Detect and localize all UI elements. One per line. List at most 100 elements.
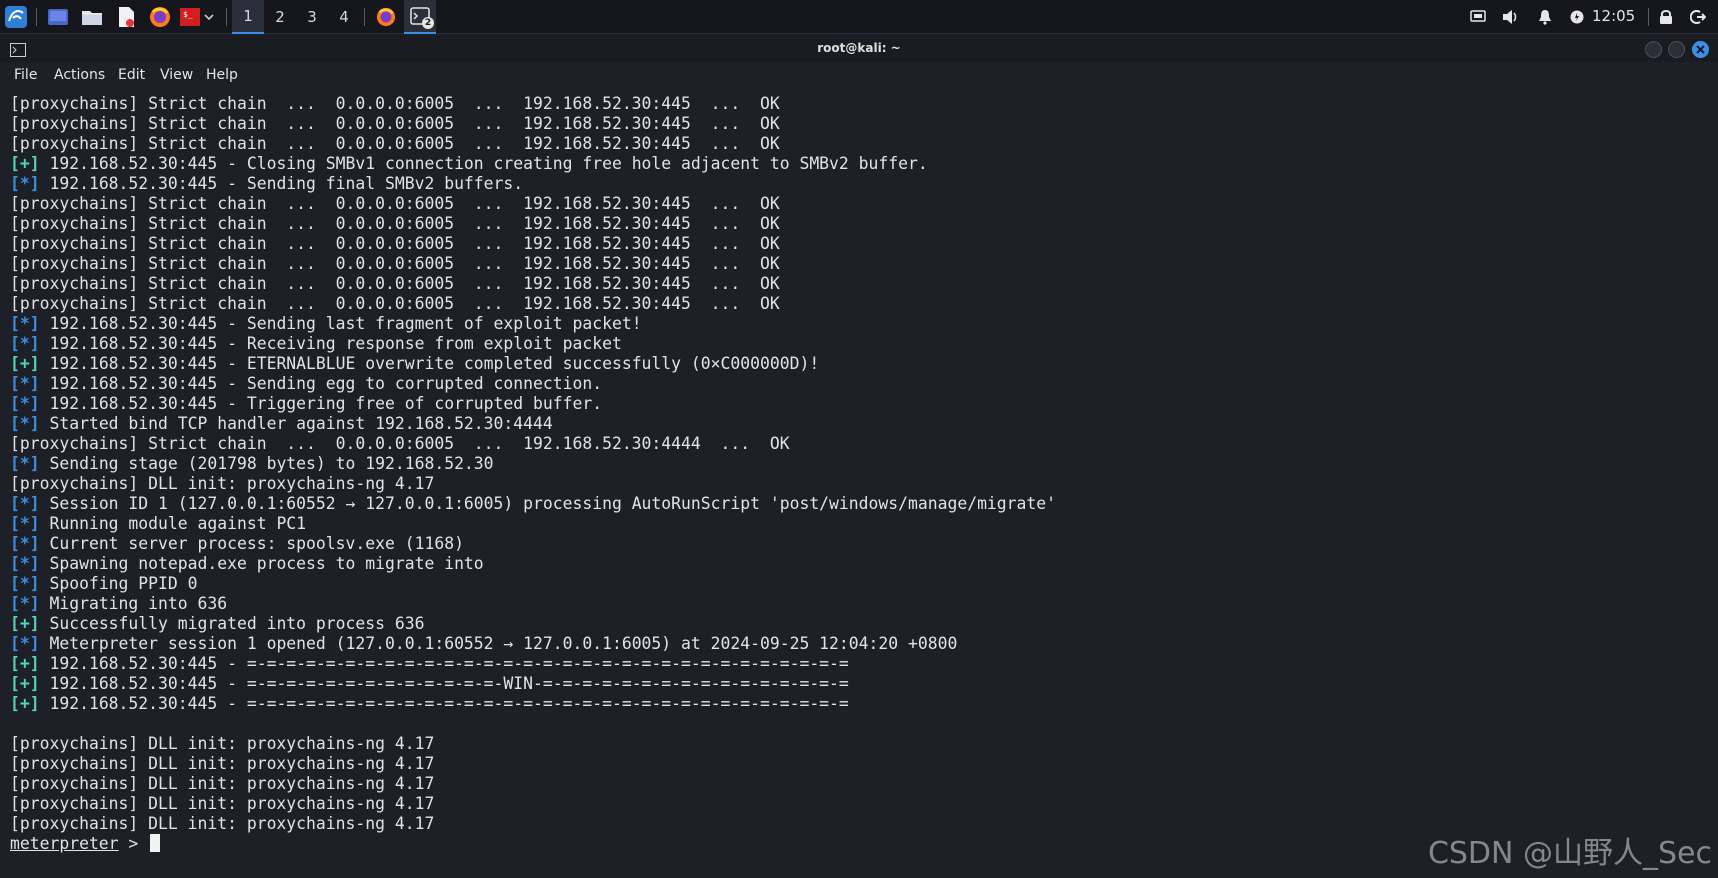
terminal-line: [proxychains] DLL init: proxychains-ng 4… [10,474,1700,494]
taskbar-separator [36,8,37,26]
terminal-line-text: 192.168.52.30:445 - =-=-=-=-=-=-=-=-=-=-… [39,654,849,673]
terminal-line: [+] 192.168.52.30:445 - Closing SMBv1 co… [10,154,1700,174]
terminal-line-text: Running module against PC1 [39,514,307,533]
watermark: CSDN @山野人_Sec [1427,836,1712,871]
text-cursor [150,834,161,852]
clock[interactable]: 12:05 [1592,7,1635,25]
workspace-2[interactable]: 2 [264,0,296,34]
firefox-window-button[interactable] [374,5,398,29]
terminal-line-text: [proxychains] Strict chain ... 0.0.0.0:6… [10,234,780,253]
workspace-4[interactable]: 4 [328,0,360,34]
firefox-icon[interactable] [148,5,172,29]
info-prefix: [*] [10,594,40,613]
terminal-line: [proxychains] Strict chain ... 0.0.0.0:6… [10,254,1700,274]
terminal-red-icon[interactable]: $_ [178,5,202,29]
terminal-line-text: [proxychains] DLL init: proxychains-ng 4… [10,774,435,793]
terminal-line-text: [proxychains] Strict chain ... 0.0.0.0:6… [10,214,780,233]
success-prefix: [+] [10,154,40,173]
menu-file[interactable]: File [14,67,37,83]
terminal-line: [*] Spawning notepad.exe process to migr… [10,554,1700,574]
volume-icon[interactable] [1500,7,1522,27]
terminal-line-text: [proxychains] Strict chain ... 0.0.0.0:6… [10,134,780,153]
terminal-line: [*] Current server process: spoolsv.exe … [10,534,1700,554]
terminal-line-text: [proxychains] Strict chain ... 0.0.0.0:6… [10,434,790,453]
bell-icon[interactable] [1535,7,1555,27]
terminal-line: [+] 192.168.52.30:445 - =-=-=-=-=-=-=-=-… [10,674,1700,694]
text-editor-icon[interactable] [114,5,138,29]
terminal-line: [*] 192.168.52.30:445 - Triggering free … [10,394,1700,414]
terminal-line-text: 192.168.52.30:445 - =-=-=-=-=-=-=-=-=-=-… [39,674,849,693]
terminal-line-text: Current server process: spoolsv.exe (116… [39,534,464,553]
terminal-line: [*] Migrating into 636 [10,594,1700,614]
terminal-line-text: [proxychains] Strict chain ... 0.0.0.0:6… [10,114,780,133]
terminal-line: [proxychains] Strict chain ... 0.0.0.0:6… [10,194,1700,214]
terminal-line: [proxychains] DLL init: proxychains-ng 4… [10,754,1700,774]
success-prefix: [+] [10,614,40,633]
terminal-line: [*] 192.168.52.30:445 - Receiving respon… [10,334,1700,354]
info-prefix: [*] [10,314,40,333]
window-titlebar[interactable]: root@kali: ~ [0,36,1718,62]
taskbar-separator [364,8,365,26]
terminal-line-text: Spoofing PPID 0 [39,574,198,593]
prompt-label: meterpreter [10,834,119,853]
terminal-line-text: [proxychains] Strict chain ... 0.0.0.0:6… [10,94,780,113]
minimize-button[interactable] [1645,41,1662,58]
terminal-line: [proxychains] Strict chain ... 0.0.0.0:6… [10,294,1700,314]
terminal-line: [*] 192.168.52.30:445 - Sending last fra… [10,314,1700,334]
terminal-line: [*] 192.168.52.30:445 - Sending egg to c… [10,374,1700,394]
terminal-line: [*] Sending stage (201798 bytes) to 192.… [10,454,1700,474]
logout-icon[interactable] [1688,7,1708,27]
info-prefix: [*] [10,534,40,553]
info-prefix: [*] [10,334,40,353]
menu-help[interactable]: Help [206,67,238,83]
terminal-line: [proxychains] DLL init: proxychains-ng 4… [10,794,1700,814]
desktop-icon[interactable] [46,5,70,29]
success-prefix: [+] [10,694,40,713]
terminal-window: root@kali: ~ File Actions Edit View Help… [0,36,1718,878]
chevron-down-icon[interactable] [202,5,216,29]
menu-actions[interactable]: Actions [54,67,105,83]
menu-view[interactable]: View [160,67,193,83]
terminal-line: [proxychains] DLL init: proxychains-ng 4… [10,774,1700,794]
terminal-line: [proxychains] Strict chain ... 0.0.0.0:6… [10,114,1700,134]
lock-icon[interactable] [1656,7,1676,27]
terminal-line-text: 192.168.52.30:445 - Sending egg to corru… [39,374,603,393]
power-status-icon[interactable] [1568,7,1586,27]
info-prefix: [*] [10,454,40,473]
terminal-line-text: 192.168.52.30:445 - Triggering free of c… [39,394,603,413]
terminal-line-text: Started bind TCP handler against 192.168… [39,414,553,433]
terminal-line-text: [proxychains] DLL init: proxychains-ng 4… [10,814,435,833]
terminal-line: [+] 192.168.52.30:445 - =-=-=-=-=-=-=-=-… [10,694,1700,714]
terminal-line-text: [proxychains] DLL init: proxychains-ng 4… [10,734,435,753]
terminal-output[interactable]: [proxychains] Strict chain ... 0.0.0.0:6… [10,94,1700,874]
success-prefix: [+] [10,354,40,373]
menu-edit[interactable]: Edit [118,67,145,83]
terminal-line: [proxychains] Strict chain ... 0.0.0.0:6… [10,214,1700,234]
menu-bar: File Actions Edit View Help [0,64,1718,88]
prompt-suffix: > [118,834,149,853]
screen-icon[interactable] [1468,7,1488,27]
terminal-line: [*] Meterpreter session 1 opened (127.0.… [10,634,1700,654]
terminal-window-button[interactable]: 2 [404,0,436,34]
workspace-1[interactable]: 1 [232,0,264,34]
terminal-line-text: 192.168.52.30:445 - ETERNALBLUE overwrit… [39,354,820,373]
terminal-line-text: Migrating into 636 [39,594,228,613]
kali-dragon-icon[interactable] [4,5,28,29]
info-prefix: [*] [10,514,40,533]
maximize-button[interactable] [1668,41,1685,58]
firefox-icon [376,7,396,27]
terminal-line-text: [proxychains] Strict chain ... 0.0.0.0:6… [10,274,780,293]
info-prefix: [*] [10,634,40,653]
close-button[interactable] [1692,41,1709,58]
terminal-line-text: 192.168.52.30:445 - Receiving response f… [39,334,622,353]
info-prefix: [*] [10,174,40,193]
terminal-line-text: Session ID 1 (127.0.0.1:60552 → 127.0.0.… [39,494,1057,513]
window-count-badge: 2 [422,17,434,29]
terminal-line: [*] Spoofing PPID 0 [10,574,1700,594]
terminal-line: [+] Successfully migrated into process 6… [10,614,1700,634]
terminal-line: [proxychains] Strict chain ... 0.0.0.0:6… [10,94,1700,114]
terminal-line-text: Meterpreter session 1 opened (127.0.0.1:… [39,634,958,653]
file-manager-icon[interactable] [80,5,104,29]
workspace-3[interactable]: 3 [296,0,328,34]
